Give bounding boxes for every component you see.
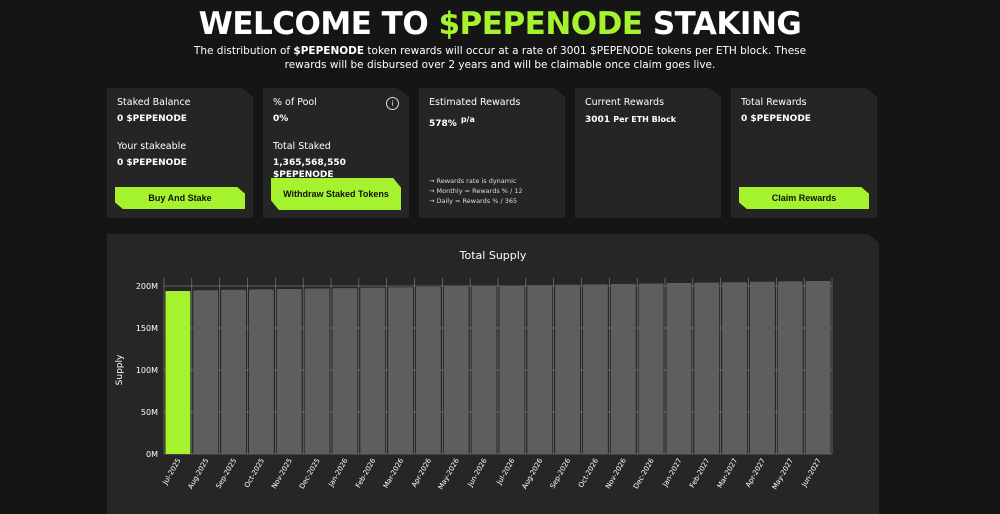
title-prefix: WELCOME TO: [198, 6, 439, 42]
bar: [165, 291, 191, 454]
estimated-rewards-rate: 578% p/a: [429, 115, 555, 129]
bar: [193, 290, 219, 454]
x-tick-label: Jul-2025: [161, 457, 183, 487]
x-tick-label: Sep-2025: [215, 457, 239, 490]
stakeable-label: Your stakeable: [117, 141, 187, 152]
bar: [471, 286, 497, 454]
rewards-note: → Daily = Rewards % / 365: [429, 197, 518, 205]
page-title: WELCOME TO $PEPENODE STAKING: [0, 6, 1000, 42]
subtitle-token: $PEPENODE: [293, 45, 365, 57]
y-tick-label: 100M: [136, 366, 158, 375]
x-tick-label: May-2027: [771, 457, 795, 491]
y-tick-label: 0M: [146, 450, 158, 459]
bar: [332, 288, 358, 454]
x-tick-label: Aug-2025: [187, 457, 211, 490]
stakeable-value: 0 $PEPENODE: [117, 158, 187, 168]
withdraw-staked-tokens-button[interactable]: Withdraw Staked Tokens: [271, 178, 401, 210]
bar: [694, 282, 720, 454]
bar: [276, 288, 302, 454]
x-tick-label: Nov-2026: [604, 457, 628, 491]
x-tick-label: Jun-2026: [466, 457, 489, 489]
y-tick-label: 200M: [136, 282, 158, 291]
y-axis-label: Supply: [115, 354, 125, 385]
estimated-rewards-label: Estimated Rewards: [429, 97, 521, 108]
total-supply-chart: 0M50M100M150M200MJul-2025 Aug-2025 Sep-202…: [115, 278, 833, 492]
total-rewards-value: 0 $PEPENODE: [741, 114, 811, 124]
rewards-notes: → Rewards rate is dynamic → Monthly = Re…: [429, 176, 523, 206]
bar: [527, 285, 553, 454]
title-accent: $PEPENODE: [438, 6, 643, 42]
claim-rewards-button[interactable]: Claim Rewards: [739, 187, 869, 209]
bar: [499, 285, 525, 454]
rewards-note: → Rewards rate is dynamic: [429, 177, 517, 185]
subtitle-part1: The distribution of: [193, 45, 294, 57]
bar: [583, 284, 608, 454]
x-tick-label: Jan-2026: [327, 457, 350, 489]
bar: [304, 288, 330, 454]
bar: [555, 284, 580, 454]
current-rewards-value: 3001: [585, 115, 611, 125]
pool-card: % of Pool i 0% Total Staked 1,365,568,55…: [263, 88, 409, 218]
pool-percent-label: % of Pool: [273, 97, 317, 108]
bar: [750, 281, 775, 454]
info-icon[interactable]: i: [386, 97, 399, 110]
rewards-note: → Monthly = Rewards % / 12: [429, 187, 523, 195]
bar: [777, 281, 803, 454]
current-rewards-unit: Per ETH Block: [613, 115, 677, 124]
bar: [249, 289, 274, 454]
y-tick-label: 150M: [136, 324, 158, 333]
x-tick-label: Nov-2025: [270, 457, 294, 490]
bar: [388, 287, 413, 454]
bar: [722, 282, 747, 454]
x-tick-label: Jan-2027: [661, 457, 684, 489]
total-staked-value: 1,365,568,550 $PEPENODE: [273, 158, 346, 180]
x-tick-label: Feb-2026: [354, 457, 378, 490]
bar: [360, 287, 386, 454]
staked-balance-card: Staked Balance 0 $PEPENODE Your stakeabl…: [107, 88, 253, 218]
total-supply-chart-panel: Total Supply 0M 50M 100M 150M 200M Jul-2025 Au…: [107, 234, 879, 514]
bar: [805, 280, 831, 454]
bar: [666, 283, 692, 454]
x-tick-label: Jun-2027: [800, 457, 823, 489]
page-subtitle: The distribution of $PEPENODE token rewa…: [180, 44, 820, 72]
pool-percent-value: 0%: [273, 114, 289, 124]
total-rewards-card: Total Rewards 0 $PEPENODE Claim Rewards: [731, 88, 877, 218]
x-tick-label: May-2026: [437, 457, 462, 492]
y-tick-label: 50M: [141, 408, 158, 417]
bar: [416, 286, 441, 454]
current-rewards-label: Current Rewards: [585, 97, 665, 108]
x-tick-label: Feb-2027: [688, 457, 711, 489]
staked-balance-label: Staked Balance: [117, 97, 191, 108]
bar: [221, 289, 246, 454]
x-tick-label: Sep-2026: [549, 457, 573, 491]
estimated-rewards-card: Estimated Rewards 578% p/a → Rewards rate…: [419, 88, 565, 218]
title-suffix: STAKING: [642, 6, 802, 42]
total-staked-label: Total Staked: [273, 141, 331, 152]
total-rewards-label: Total Rewards: [741, 97, 807, 108]
x-tick-label: Oct-2025: [243, 457, 266, 489]
x-tick-label: Jul-2026: [495, 457, 517, 487]
buy-and-stake-button[interactable]: Buy And Stake: [115, 187, 245, 209]
bar: [638, 283, 664, 454]
estimated-rewards-value: 578%: [429, 119, 457, 129]
x-tick-label: Apr-2027: [744, 457, 767, 489]
x-tick-label: Aug-2026: [521, 457, 545, 491]
bar: [443, 286, 469, 454]
x-tick-label: Apr-2026: [410, 457, 433, 489]
staked-balance-value: 0 $PEPENODE: [117, 114, 187, 124]
x-tick-label: Dec-2026: [632, 457, 656, 491]
estimated-rewards-unit: p/a: [460, 115, 475, 124]
x-tick-label: Mar-2027: [716, 457, 739, 490]
bar: [610, 283, 636, 454]
current-rewards-card: Current Rewards 3001 Per ETH Block: [575, 88, 721, 218]
x-tick-label: Mar-2026: [382, 457, 406, 490]
x-tick-label: Oct-2026: [577, 457, 600, 490]
x-tick-label: Dec-2025: [298, 457, 322, 490]
current-rewards-rate: 3001 Per ETH Block: [585, 115, 711, 125]
